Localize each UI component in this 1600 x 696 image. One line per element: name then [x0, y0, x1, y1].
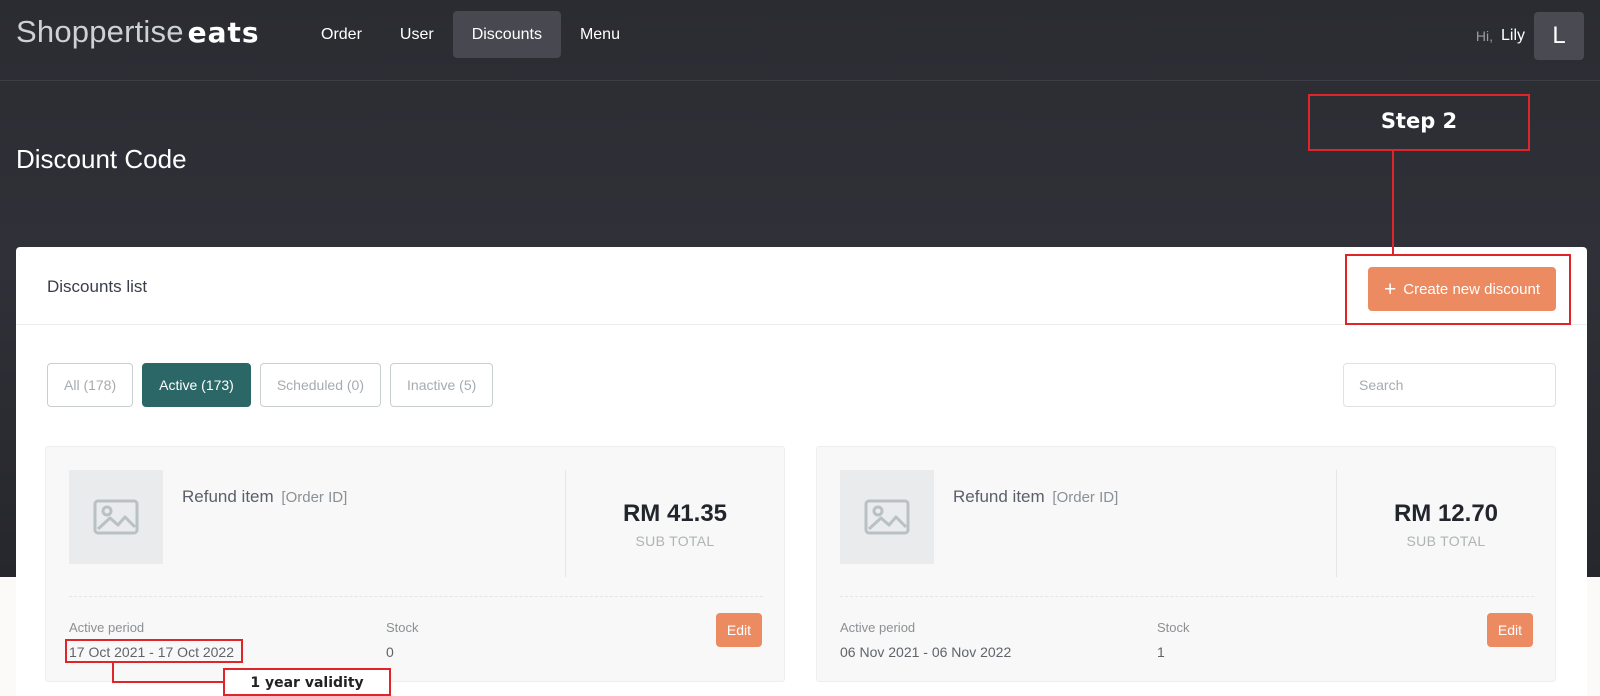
filter-inactive[interactable]: Inactive (5)	[390, 363, 494, 407]
card-price-label: SUB TOTAL	[635, 533, 715, 549]
active-period-label: Active period	[69, 620, 145, 635]
create-button-highlight	[1345, 254, 1571, 325]
page-title: Discount Code	[16, 144, 187, 174]
active-period-label: Active period	[840, 620, 916, 635]
avatar[interactable]: L	[1534, 12, 1584, 60]
nav-item-order[interactable]: Order	[302, 11, 381, 58]
stock-value: 1	[1157, 644, 1165, 660]
filter-scheduled[interactable]: Scheduled (0)	[259, 363, 382, 407]
card-title-text: Refund item	[182, 487, 274, 506]
top-navbar: Shoppertise eats Order User Discounts Men…	[0, 0, 1600, 81]
user-menu[interactable]: Hi, Lily L	[1476, 12, 1584, 60]
image-placeholder-icon	[69, 470, 163, 564]
card-subtitle: [Order ID]	[281, 489, 348, 506]
filter-tabs: All (178) Active (173) Scheduled (0) Ina…	[47, 363, 502, 407]
brand-name-bold: eats	[187, 16, 260, 49]
card-title: Refund item [Order ID]	[182, 487, 347, 507]
step-annotation-connector	[1392, 151, 1394, 254]
filter-active[interactable]: Active (173)	[142, 363, 251, 407]
user-greeting: Hi,	[1475, 28, 1493, 44]
card-title-text: Refund item	[953, 487, 1045, 506]
step-annotation-label: Step 2	[1380, 109, 1458, 133]
user-name: Lily	[1500, 27, 1525, 44]
nav-item-discounts[interactable]: Discounts	[452, 11, 561, 58]
card-separator	[69, 596, 763, 597]
discount-card: Refund item [Order ID] RM 12.70 SUB TOTA…	[816, 446, 1556, 682]
card-price-label: SUB TOTAL	[1406, 533, 1486, 549]
card-title: Refund item [Order ID]	[953, 487, 1118, 507]
edit-button[interactable]: Edit	[715, 613, 762, 647]
card-price: RM 41.35	[622, 500, 728, 527]
stock-value: 0	[386, 644, 394, 660]
card-price: RM 12.70	[1393, 500, 1499, 527]
validity-connector-vertical	[112, 663, 114, 683]
search-input[interactable]	[1343, 363, 1556, 407]
stock-label: Stock	[1157, 620, 1190, 635]
stock-label: Stock	[386, 620, 419, 635]
nav-item-menu[interactable]: Menu	[561, 11, 639, 58]
validity-annotation: 1 year validity	[223, 668, 391, 696]
edit-button[interactable]: Edit	[1486, 613, 1533, 647]
card-subtitle: [Order ID]	[1052, 489, 1119, 506]
active-period-value: 06 Nov 2021 - 06 Nov 2022	[840, 644, 1012, 660]
validity-connector-horizontal	[112, 681, 223, 683]
image-placeholder-icon	[840, 470, 934, 564]
period-highlight	[65, 639, 243, 663]
brand-logo[interactable]: Shoppertise eats	[16, 14, 260, 50]
panel-title: Discounts list	[47, 277, 148, 296]
filter-all[interactable]: All (178)	[47, 363, 134, 407]
nav-item-user[interactable]: User	[381, 11, 453, 58]
brand-name-light: Shoppertise	[16, 14, 184, 49]
card-separator	[840, 596, 1534, 597]
main-nav: Order User Discounts Menu	[302, 11, 639, 58]
